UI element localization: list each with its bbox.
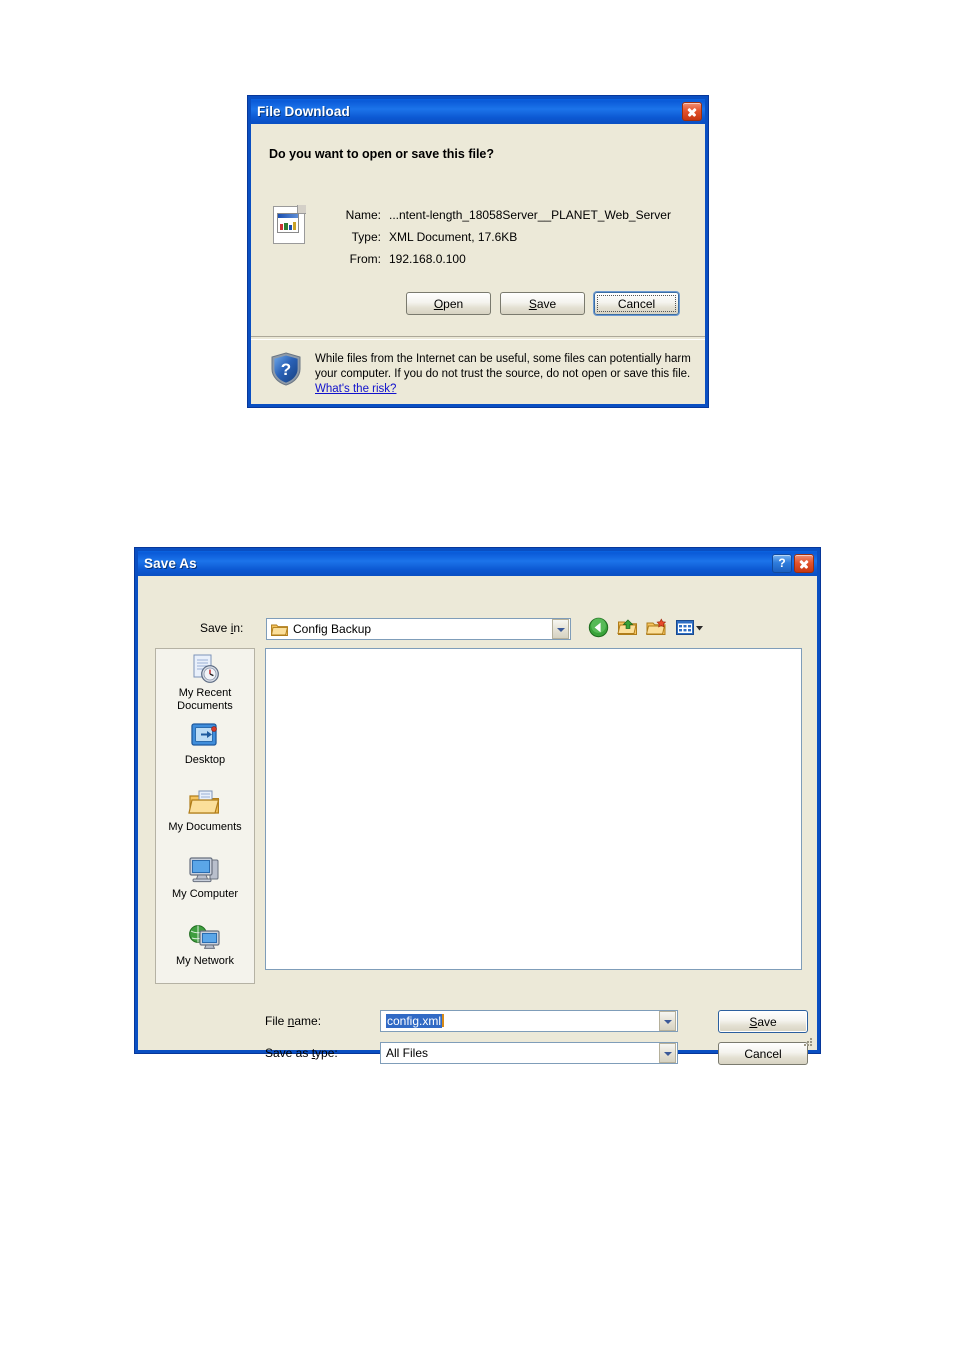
shield-question-icon: ? (271, 352, 301, 386)
up-one-level-icon[interactable] (617, 617, 639, 639)
text-caret (442, 1014, 445, 1027)
save-button[interactable]: Save (500, 292, 585, 315)
chevron-down-icon[interactable] (659, 1043, 676, 1063)
new-folder-icon[interactable] (645, 617, 668, 639)
name-value: ...ntent-length_18058Server__PLANET_Web_… (389, 208, 671, 222)
file-name-input[interactable]: config.xml (380, 1010, 678, 1032)
detail-row-type: Type: XML Document, 17.6KB (333, 230, 671, 244)
file-type-value: All Files (386, 1046, 429, 1060)
file-download-body: Do you want to open or save this file? N… (251, 124, 705, 404)
file-download-buttons: Open Save Cancel (406, 292, 679, 315)
sidebar-item-label: My Documents (168, 821, 242, 833)
close-icon[interactable] (682, 102, 702, 121)
type-label: Type: (351, 230, 381, 244)
detail-row-from: From: 192.168.0.100 (333, 252, 671, 266)
whats-the-risk-link[interactable]: What's the risk? (315, 383, 396, 395)
file-name-selected-text: config.xml (386, 1014, 443, 1028)
chevron-down-icon[interactable] (659, 1011, 676, 1031)
name-label: Name: (345, 208, 381, 222)
file-download-titlebar[interactable]: File Download (251, 99, 705, 124)
desktop-icon (188, 720, 222, 752)
svg-text:?: ? (281, 360, 291, 379)
xml-document-icon (273, 205, 306, 244)
places-bar: My Recent Documents Desktop My Documents… (155, 648, 255, 984)
file-download-dialog: File Download Do you want to open or sav… (248, 96, 708, 407)
save-in-value: Config Backup (293, 622, 372, 636)
detail-row-name: Name: ...ntent-length_18058Server__PLANE… (333, 208, 671, 222)
save-as-toolbar (588, 617, 703, 639)
open-button-rest: pen (443, 296, 464, 311)
window-controls (682, 102, 702, 121)
sidebar-item-recent-documents[interactable]: My Recent Documents (156, 649, 254, 716)
type-value: XML Document, 17.6KB (389, 230, 518, 244)
my-documents-icon (188, 787, 222, 819)
save-in-combobox[interactable]: Config Backup (266, 618, 571, 640)
save-button-rest: ave (757, 1014, 777, 1029)
sidebar-item-label: My Computer (171, 888, 239, 900)
save-button-rest: ave (536, 296, 557, 311)
chevron-down-icon[interactable] (552, 619, 569, 639)
cancel-button[interactable]: Cancel (718, 1042, 808, 1065)
recent-documents-icon (188, 653, 222, 685)
sidebar-item-label: Desktop (184, 754, 226, 766)
warning-body: While files from the Internet can be use… (315, 353, 691, 380)
cancel-button-label: Cancel (744, 1046, 782, 1061)
from-label: From: (349, 252, 381, 266)
sidebar-item-label: My Recent Documents (177, 687, 233, 712)
security-warning-text: While files from the Internet can be use… (315, 352, 705, 397)
save-as-dialog: Save As ? Save in: Config Backup My Rece… (135, 548, 820, 1065)
cancel-button[interactable]: Cancel (594, 292, 679, 315)
views-icon[interactable] (675, 617, 703, 639)
sidebar-item-label: My Network (175, 955, 235, 967)
file-type-label: Save as type: (265, 1046, 338, 1060)
save-as-title: Save As (144, 556, 197, 571)
save-in-label: Save in: (200, 621, 244, 635)
file-list[interactable] (265, 648, 802, 970)
file-download-question: Do you want to open or save this file? (269, 147, 495, 161)
my-computer-icon (188, 854, 222, 886)
sidebar-item-my-computer[interactable]: My Computer (156, 850, 254, 917)
file-download-details: Name: ...ntent-length_18058Server__PLANE… (333, 208, 671, 274)
save-as-titlebar[interactable]: Save As ? (138, 551, 817, 576)
file-download-title: File Download (257, 104, 350, 119)
resize-grip[interactable] (802, 1036, 814, 1048)
security-warning: ? While files from the Internet can be u… (271, 352, 705, 397)
window-controls: ? (772, 554, 814, 573)
my-network-icon (188, 921, 222, 953)
sidebar-item-my-documents[interactable]: My Documents (156, 783, 254, 850)
sidebar-item-desktop[interactable]: Desktop (156, 716, 254, 783)
divider (251, 336, 705, 340)
save-as-body: Save in: Config Backup My Recent Documen… (138, 576, 817, 1065)
file-type-combobox[interactable]: All Files (380, 1042, 678, 1064)
sidebar-item-my-network[interactable]: My Network (156, 917, 254, 983)
back-icon[interactable] (588, 617, 610, 639)
folder-icon (270, 622, 288, 636)
file-name-label: File name: (265, 1014, 322, 1028)
file-name-value: config.xml (381, 1014, 659, 1028)
help-icon[interactable]: ? (772, 554, 792, 573)
close-icon[interactable] (794, 554, 814, 573)
from-value: 192.168.0.100 (389, 252, 466, 266)
save-button[interactable]: Save (718, 1010, 808, 1033)
open-button[interactable]: Open (406, 292, 491, 315)
